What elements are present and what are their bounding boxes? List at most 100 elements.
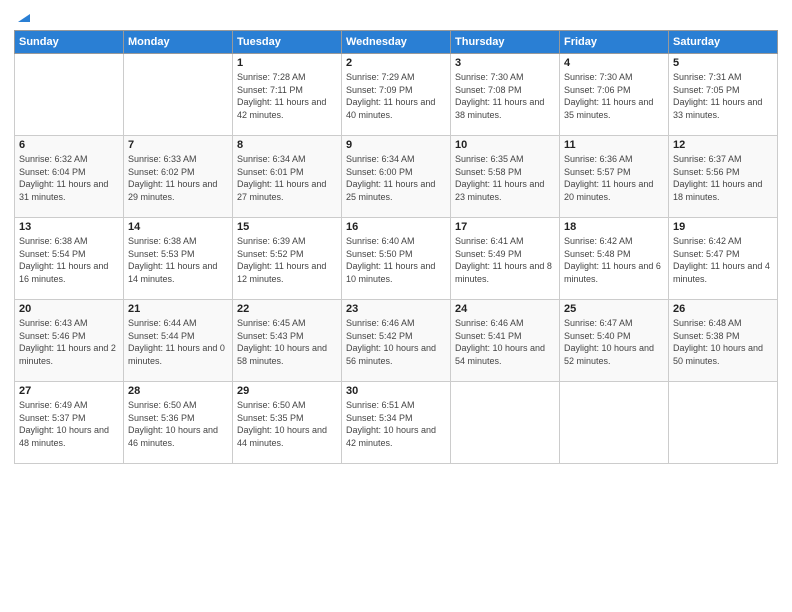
day-detail: Sunrise: 6:36 AM Sunset: 5:57 PM Dayligh… — [564, 153, 664, 203]
logo-icon — [16, 10, 30, 24]
calendar-cell: 27 Sunrise: 6:49 AM Sunset: 5:37 PM Dayli… — [15, 382, 124, 464]
calendar-cell: 15Sunrise: 6:39 AM Sunset: 5:52 PM Dayli… — [233, 218, 342, 300]
calendar-cell: 22Sunrise: 6:45 AM Sunset: 5:43 PM Dayli… — [233, 300, 342, 382]
day-detail: Sunrise: 6:38 AM Sunset: 5:54 PM Dayligh… — [19, 235, 119, 285]
day-number: 8 — [237, 139, 337, 151]
calendar-cell: 28 Sunrise: 6:50 AM Sunset: 5:36 PM Dayli… — [124, 382, 233, 464]
calendar-header-row: SundayMondayTuesdayWednesdayThursdayFrid… — [15, 31, 778, 54]
calendar-cell: 3Sunrise: 7:30 AM Sunset: 7:08 PM Daylig… — [451, 54, 560, 136]
weekday-header: Saturday — [669, 31, 778, 54]
calendar-week-row: 1 Sunrise: 7:28 AM Sunset: 7:11 PM Daylig… — [15, 54, 778, 136]
day-detail: Sunrise: 6:40 AM Sunset: 5:50 PM Dayligh… — [346, 235, 446, 285]
day-number: 26 — [673, 303, 773, 315]
logo — [14, 10, 30, 22]
calendar-cell: 4 Sunrise: 7:30 AM Sunset: 7:06 PM Daylig… — [560, 54, 669, 136]
weekday-header: Sunday — [15, 31, 124, 54]
day-number: 2 — [346, 57, 446, 69]
day-number: 12 — [673, 139, 773, 151]
weekday-header: Wednesday — [342, 31, 451, 54]
day-number: 22 — [237, 303, 337, 315]
day-number: 27 — [19, 385, 119, 397]
calendar-cell: 30 Sunrise: 6:51 AM Sunset: 5:34 PM Dayli… — [342, 382, 451, 464]
day-number: 7 — [128, 139, 228, 151]
calendar-cell: 8 Sunrise: 6:34 AM Sunset: 6:01 PM Daylig… — [233, 136, 342, 218]
weekday-header: Monday — [124, 31, 233, 54]
day-number: 11 — [564, 139, 664, 151]
day-number: 9 — [346, 139, 446, 151]
day-detail: Sunrise: 6:49 AM Sunset: 5:37 PM Dayligh… — [19, 399, 119, 449]
day-detail: Sunrise: 6:48 AM Sunset: 5:38 PM Dayligh… — [673, 317, 773, 367]
day-detail: Sunrise: 7:28 AM Sunset: 7:11 PM Dayligh… — [237, 71, 337, 121]
calendar-cell: 1 Sunrise: 7:28 AM Sunset: 7:11 PM Daylig… — [233, 54, 342, 136]
calendar-cell: 25 Sunrise: 6:47 AM Sunset: 5:40 PM Dayli… — [560, 300, 669, 382]
calendar-cell — [15, 54, 124, 136]
calendar-cell: 14Sunrise: 6:38 AM Sunset: 5:53 PM Dayli… — [124, 218, 233, 300]
day-detail: Sunrise: 6:42 AM Sunset: 5:48 PM Dayligh… — [564, 235, 664, 285]
calendar-cell — [124, 54, 233, 136]
day-number: 29 — [237, 385, 337, 397]
calendar-cell: 23 Sunrise: 6:46 AM Sunset: 5:42 PM Dayli… — [342, 300, 451, 382]
calendar-cell: 26 Sunrise: 6:48 AM Sunset: 5:38 PM Dayli… — [669, 300, 778, 382]
day-number: 1 — [237, 57, 337, 69]
calendar-cell: 19 Sunrise: 6:42 AM Sunset: 5:47 PM Dayli… — [669, 218, 778, 300]
calendar-cell — [451, 382, 560, 464]
calendar: SundayMondayTuesdayWednesdayThursdayFrid… — [14, 30, 778, 464]
calendar-week-row: 6Sunrise: 6:32 AM Sunset: 6:04 PM Daylig… — [15, 136, 778, 218]
calendar-cell: 7 Sunrise: 6:33 AM Sunset: 6:02 PM Daylig… — [124, 136, 233, 218]
day-detail: Sunrise: 6:33 AM Sunset: 6:02 PM Dayligh… — [128, 153, 228, 203]
calendar-cell: 13Sunrise: 6:38 AM Sunset: 5:54 PM Dayli… — [15, 218, 124, 300]
day-detail: Sunrise: 6:41 AM Sunset: 5:49 PM Dayligh… — [455, 235, 555, 285]
page-header — [14, 10, 778, 22]
day-detail: Sunrise: 6:50 AM Sunset: 5:36 PM Dayligh… — [128, 399, 228, 449]
day-detail: Sunrise: 6:43 AM Sunset: 5:46 PM Dayligh… — [19, 317, 119, 367]
calendar-cell: 9 Sunrise: 6:34 AM Sunset: 6:00 PM Daylig… — [342, 136, 451, 218]
day-number: 15 — [237, 221, 337, 233]
calendar-cell: 12 Sunrise: 6:37 AM Sunset: 5:56 PM Dayli… — [669, 136, 778, 218]
day-detail: Sunrise: 6:35 AM Sunset: 5:58 PM Dayligh… — [455, 153, 555, 203]
day-detail: Sunrise: 6:47 AM Sunset: 5:40 PM Dayligh… — [564, 317, 664, 367]
day-detail: Sunrise: 7:31 AM Sunset: 7:05 PM Dayligh… — [673, 71, 773, 121]
calendar-cell: 18 Sunrise: 6:42 AM Sunset: 5:48 PM Dayli… — [560, 218, 669, 300]
calendar-week-row: 13Sunrise: 6:38 AM Sunset: 5:54 PM Dayli… — [15, 218, 778, 300]
day-detail: Sunrise: 7:30 AM Sunset: 7:08 PM Dayligh… — [455, 71, 555, 121]
calendar-cell: 2Sunrise: 7:29 AM Sunset: 7:09 PM Daylig… — [342, 54, 451, 136]
day-detail: Sunrise: 6:51 AM Sunset: 5:34 PM Dayligh… — [346, 399, 446, 449]
calendar-cell — [669, 382, 778, 464]
day-number: 28 — [128, 385, 228, 397]
day-number: 21 — [128, 303, 228, 315]
calendar-week-row: 20 Sunrise: 6:43 AM Sunset: 5:46 PM Dayli… — [15, 300, 778, 382]
day-detail: Sunrise: 6:46 AM Sunset: 5:41 PM Dayligh… — [455, 317, 555, 367]
calendar-cell: 20 Sunrise: 6:43 AM Sunset: 5:46 PM Dayli… — [15, 300, 124, 382]
day-detail: Sunrise: 6:50 AM Sunset: 5:35 PM Dayligh… — [237, 399, 337, 449]
day-detail: Sunrise: 6:42 AM Sunset: 5:47 PM Dayligh… — [673, 235, 773, 285]
calendar-cell: 17 Sunrise: 6:41 AM Sunset: 5:49 PM Dayli… — [451, 218, 560, 300]
day-detail: Sunrise: 6:34 AM Sunset: 6:00 PM Dayligh… — [346, 153, 446, 203]
weekday-header: Friday — [560, 31, 669, 54]
day-number: 19 — [673, 221, 773, 233]
day-number: 25 — [564, 303, 664, 315]
day-detail: Sunrise: 6:46 AM Sunset: 5:42 PM Dayligh… — [346, 317, 446, 367]
day-number: 17 — [455, 221, 555, 233]
calendar-cell: 29 Sunrise: 6:50 AM Sunset: 5:35 PM Dayli… — [233, 382, 342, 464]
day-detail: Sunrise: 6:32 AM Sunset: 6:04 PM Dayligh… — [19, 153, 119, 203]
day-number: 16 — [346, 221, 446, 233]
day-detail: Sunrise: 6:44 AM Sunset: 5:44 PM Dayligh… — [128, 317, 228, 367]
calendar-cell: 6Sunrise: 6:32 AM Sunset: 6:04 PM Daylig… — [15, 136, 124, 218]
calendar-cell: 16 Sunrise: 6:40 AM Sunset: 5:50 PM Dayli… — [342, 218, 451, 300]
day-number: 4 — [564, 57, 664, 69]
day-number: 10 — [455, 139, 555, 151]
calendar-cell: 24Sunrise: 6:46 AM Sunset: 5:41 PM Dayli… — [451, 300, 560, 382]
day-number: 14 — [128, 221, 228, 233]
day-detail: Sunrise: 6:37 AM Sunset: 5:56 PM Dayligh… — [673, 153, 773, 203]
day-number: 20 — [19, 303, 119, 315]
day-number: 23 — [346, 303, 446, 315]
day-number: 30 — [346, 385, 446, 397]
day-number: 18 — [564, 221, 664, 233]
calendar-cell: 5Sunrise: 7:31 AM Sunset: 7:05 PM Daylig… — [669, 54, 778, 136]
calendar-cell: 11 Sunrise: 6:36 AM Sunset: 5:57 PM Dayli… — [560, 136, 669, 218]
weekday-header: Tuesday — [233, 31, 342, 54]
calendar-cell: 21 Sunrise: 6:44 AM Sunset: 5:44 PM Dayli… — [124, 300, 233, 382]
day-detail: Sunrise: 7:30 AM Sunset: 7:06 PM Dayligh… — [564, 71, 664, 121]
calendar-cell — [560, 382, 669, 464]
day-detail: Sunrise: 6:34 AM Sunset: 6:01 PM Dayligh… — [237, 153, 337, 203]
